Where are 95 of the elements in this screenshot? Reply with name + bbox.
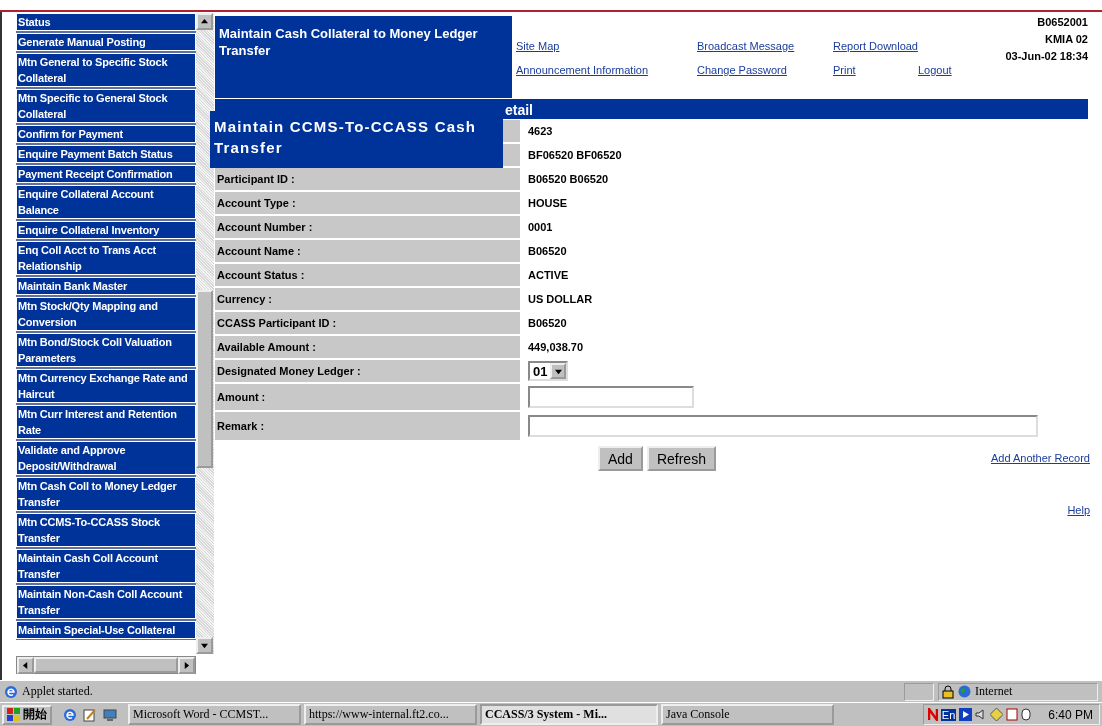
status-message: Applet started. (22, 684, 94, 699)
header-link[interactable]: Change Password (697, 64, 787, 76)
page-title: Maintain Cash Collateral to Money Ledger Transfer (215, 16, 512, 98)
user-info: B0652001 (1037, 16, 1088, 28)
user-info: 03-Jun-02 18:34 (1005, 50, 1088, 62)
field-label: Amount : (215, 384, 520, 410)
taskbar-task[interactable]: CCASS/3 System - Mi... (480, 704, 658, 725)
taskbar-task[interactable]: Java Console (661, 704, 834, 725)
field-value: US DOLLAR (528, 293, 593, 305)
field-label: Available Amount : (215, 336, 520, 358)
field-label: Currency : (215, 288, 520, 310)
add-another-record-link[interactable]: Add Another Record (990, 452, 1090, 465)
amount-input[interactable] (528, 386, 694, 408)
status-pane (904, 682, 934, 701)
mouse-icon (1021, 708, 1032, 721)
sidebar-item[interactable]: Mtn General to Specific Stock Collateral (16, 53, 196, 87)
field-value: 0001 (528, 221, 553, 233)
field-label: Account Name : (215, 240, 520, 262)
help-link[interactable]: Help (1067, 504, 1090, 517)
field-value: ACTIVE (528, 269, 569, 281)
sidebar-item[interactable]: Enquire Collateral Inventory (16, 221, 196, 239)
field-label: Participant ID : (215, 168, 520, 190)
clock: 6:40 PM (1048, 707, 1093, 722)
field-label: Account Status : (215, 264, 520, 286)
sidebar-item[interactable]: Mtn Bond/Stock Coll Valuation Parameters (16, 333, 196, 367)
field-value: 449,038.70 (528, 341, 584, 353)
sidebar-item[interactable]: Confirm for Payment (16, 125, 196, 143)
windows-logo-icon (7, 708, 21, 721)
down-arrow-icon (201, 642, 208, 649)
sidebar-item[interactable]: Maintain Cash Coll Account Transfer (16, 549, 196, 583)
sidebar-item[interactable]: Mtn Cash Coll to Money Ledger Transfer (16, 477, 196, 511)
diamond-icon (990, 708, 1004, 721)
browser-icon (4, 684, 18, 699)
header-link[interactable]: Announcement Information (516, 64, 649, 76)
field-label: Remark : (215, 412, 520, 440)
sidebar-item[interactable]: Maintain Special-Use Collateral (16, 621, 196, 639)
field-label: Designated Money Ledger : (215, 360, 520, 382)
sidebar-item[interactable]: Maintain Bank Master (16, 277, 196, 295)
sidebar-item[interactable]: Enquire Payment Batch Status (16, 145, 196, 163)
popup-title: Maintain CCMS-To-CCASS Cash Transfer (210, 111, 503, 168)
desktop-icon[interactable] (103, 707, 117, 722)
form-button[interactable]: Add (598, 446, 643, 471)
header-link[interactable]: Report Download (833, 40, 918, 52)
scroll-down-button[interactable] (196, 637, 213, 654)
field-label: Account Number : (215, 216, 520, 238)
play-icon (959, 708, 973, 721)
caret-icon (554, 367, 562, 375)
sidebar-item[interactable]: Mtn CCMS-To-CCASS Stock Transfer (16, 513, 196, 547)
field-label: Account Type : (215, 192, 520, 214)
sidebar-item[interactable]: Mtn Specific to General Stock Collateral (16, 89, 196, 123)
ledger-dropdown[interactable]: 01 (528, 361, 569, 381)
start-button[interactable]: 開始 (2, 704, 52, 725)
scrollbar-thumb[interactable] (34, 657, 178, 673)
field-value: B06520 B06520 (528, 173, 609, 185)
lock-icon (942, 684, 954, 699)
sidebar-item[interactable]: Maintain Non-Cash Coll Account Transfer (16, 585, 196, 619)
horizontal-scrollbar[interactable] (16, 656, 196, 674)
header-link[interactable]: Print (833, 64, 856, 76)
right-arrow-icon (183, 662, 190, 669)
sidebar-item[interactable]: Status (16, 13, 196, 31)
field-value: 4623 (528, 125, 553, 137)
field-value: B06520 (528, 245, 567, 257)
field-value: B06520 (528, 317, 567, 329)
vertical-scrollbar[interactable] (196, 13, 214, 654)
form-button[interactable]: Refresh (646, 446, 716, 471)
zone-label: Internet (975, 684, 1013, 699)
header-link[interactable]: Broadcast Message (697, 40, 795, 52)
left-arrow-icon (22, 662, 29, 669)
header-link[interactable]: Logout (918, 64, 952, 76)
scroll-right-button[interactable] (178, 657, 195, 674)
sidebar-item[interactable]: Generate Manual Posting (16, 33, 196, 51)
user-info: KMIA 02 (1045, 33, 1088, 45)
scroll-left-button[interactable] (17, 657, 34, 674)
up-arrow-icon (201, 18, 208, 25)
field-label: CCASS Participant ID : (215, 312, 520, 334)
remark-input[interactable] (528, 415, 1038, 437)
sidebar-item[interactable]: Enq Coll Acct to Trans Acct Relationship (16, 241, 196, 275)
sidebar-item[interactable]: Payment Receipt Confirmation (16, 165, 196, 183)
field-value: BF06520 BF06520 (528, 149, 622, 161)
sidebar-item[interactable]: Enquire Collateral Account Balance (16, 185, 196, 219)
sidebar-item[interactable]: Mtn Currency Exchange Rate and Haircut (16, 369, 196, 403)
browser-icon (63, 707, 77, 722)
header-link[interactable]: Site Map (516, 40, 560, 52)
language-indicator[interactable]: En (940, 708, 957, 721)
sidebar-item[interactable]: Mtn Stock/Qty Mapping and Conversion (16, 297, 196, 331)
globe-icon (958, 685, 971, 698)
sidebar-item[interactable]: Validate and Approve Deposit/Withdrawal (16, 441, 196, 475)
scroll-up-button[interactable] (196, 13, 213, 30)
pencil-icon[interactable] (83, 707, 97, 722)
scrollbar-thumb[interactable] (196, 290, 213, 468)
n-icon (927, 708, 938, 721)
taskbar-task[interactable]: Microsoft Word - CCMST... (128, 704, 301, 725)
taskbar-task[interactable]: https://www-internal.ft2.co... (304, 704, 477, 725)
sidebar-item[interactable]: Mtn Curr Interest and Retention Rate (16, 405, 196, 439)
field-value: HOUSE (528, 197, 568, 209)
